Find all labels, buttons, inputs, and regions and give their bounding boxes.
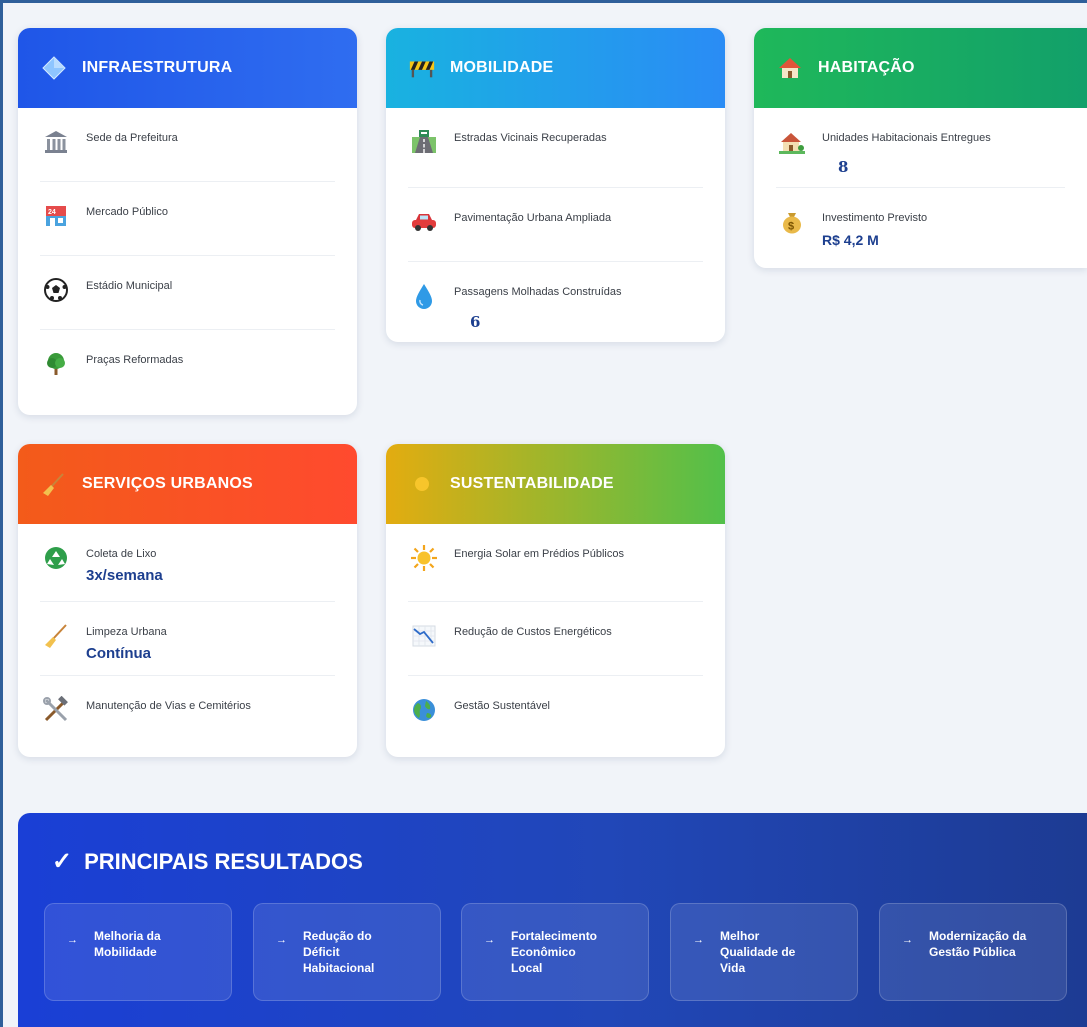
convenience-store-icon: 24 — [40, 200, 72, 232]
list-item: Limpeza Urbana Contínua — [40, 602, 335, 676]
result-text: Fortalecimento Econômico Local — [511, 929, 598, 975]
broom-icon — [40, 470, 68, 498]
car-icon — [408, 206, 440, 238]
item-label: Investimento Previsto — [822, 212, 928, 224]
svg-text:24: 24 — [48, 209, 56, 216]
card-header-sustentabilidade: SUSTENTABILIDADE — [386, 444, 725, 524]
item-label: Mercado Público — [86, 206, 168, 218]
item-label: Estradas Vicinais Recuperadas — [454, 132, 607, 144]
classical-building-icon — [40, 126, 72, 158]
results-title: ✓ PRINCIPAIS RESULTADOS — [52, 847, 363, 876]
card-sustentabilidade: SUSTENTABILIDADE Energia Solar em Prédio… — [386, 444, 725, 757]
globe-icon — [408, 694, 440, 726]
list-item: Passagens Molhadas Construídas 6 — [408, 262, 703, 336]
sun-dot-icon — [408, 470, 436, 498]
card-header-servicos-urbanos: SERVIÇOS URBANOS — [18, 444, 357, 524]
sun-icon — [408, 542, 440, 574]
item-label: Manutenção de Vias e Cemitérios — [86, 700, 251, 712]
card-title: MOBILIDADE — [450, 59, 554, 76]
list-item: Sede da Prefeitura — [40, 108, 335, 182]
recycle-icon — [40, 542, 72, 574]
card-servicos-urbanos: SERVIÇOS URBANOS Coleta de Lixo 3x/seman… — [18, 444, 357, 757]
list-item: 24 Mercado Público — [40, 182, 335, 256]
result-card: → Modernização da Gestão Pública — [879, 903, 1067, 1001]
tree-icon — [40, 348, 72, 380]
list-item: Praças Reformadas — [40, 330, 335, 404]
arrow-right-icon: → — [902, 934, 913, 946]
construction-barrier-icon — [408, 54, 436, 82]
house-garden-icon — [776, 126, 808, 158]
list-item: Energia Solar em Prédios Públicos — [408, 524, 703, 602]
item-value: R$ 4,2 M — [822, 232, 879, 248]
list-item: Manutenção de Vias e Cemitérios — [40, 676, 335, 750]
item-label: Passagens Molhadas Construídas — [454, 286, 622, 298]
item-label: Praças Reformadas — [86, 354, 184, 366]
card-title: SUSTENTABILIDADE — [450, 475, 614, 492]
item-label: Sede da Prefeitura — [86, 132, 178, 144]
item-label: Gestão Sustentável — [454, 700, 551, 712]
tools-icon — [40, 694, 72, 726]
list-item: Estradas Vicinais Recuperadas — [408, 108, 703, 188]
result-card: → Fortalecimento Econômico Local — [461, 903, 649, 1001]
result-card: → Redução do Déficit Habitacional — [253, 903, 441, 1001]
principais-resultados-panel: ✓ PRINCIPAIS RESULTADOS → Melhoria da Mo… — [18, 813, 1087, 1027]
item-label: Estádio Municipal — [86, 280, 173, 292]
result-text: Melhor Qualidade de Vida — [720, 929, 796, 975]
result-text: Redução do Déficit Habitacional — [303, 929, 375, 975]
water-drop-icon — [408, 280, 440, 312]
arrow-right-icon: → — [484, 934, 495, 946]
house-icon — [776, 54, 804, 82]
item-label: Energia Solar em Prédios Públicos — [454, 548, 624, 560]
list-item: Pavimentação Urbana Ampliada — [408, 188, 703, 262]
card-mobilidade: MOBILIDADE Estradas Vicinais Recuperadas… — [386, 28, 725, 342]
broom-icon — [40, 620, 72, 652]
list-item: $ Investimento Previsto R$ 4,2 M — [776, 188, 1065, 268]
result-card: → Melhor Qualidade de Vida — [670, 903, 858, 1001]
card-header-habitacao: HABITAÇÃO — [754, 28, 1087, 108]
item-value: Contínua — [86, 645, 151, 662]
card-title: SERVIÇOS URBANOS — [82, 475, 253, 492]
svg-text:$: $ — [788, 221, 794, 233]
result-card: → Melhoria da Mobilidade — [44, 903, 232, 1001]
item-label: Unidades Habitacionais Entregues — [822, 132, 991, 144]
checkmark-icon: ✓ — [52, 848, 73, 875]
item-value: 8 — [838, 158, 849, 176]
arrow-right-icon: → — [693, 934, 704, 946]
diamond-icon — [40, 54, 68, 82]
card-header-infraestrutura: INFRAESTRUTURA — [18, 28, 357, 108]
list-item: Redução de Custos Energéticos — [408, 602, 703, 676]
item-label: Pavimentação Urbana Ampliada — [454, 212, 612, 224]
chart-decreasing-icon — [408, 620, 440, 652]
arrow-right-icon: → — [276, 934, 287, 946]
card-title: INFRAESTRUTURA — [82, 59, 233, 76]
item-value: 6 — [470, 313, 481, 331]
list-item: Estádio Municipal — [40, 256, 335, 330]
item-label: Limpeza Urbana — [86, 626, 167, 638]
list-item: Gestão Sustentável — [408, 676, 703, 750]
card-infraestrutura: INFRAESTRUTURA Sede da Prefeitura 24 Mer… — [18, 28, 357, 415]
result-text: Melhoria da Mobilidade — [94, 929, 161, 959]
card-habitacao: HABITAÇÃO Unidades Habitacionais Entregu… — [754, 28, 1087, 268]
item-value: 3x/semana — [86, 567, 163, 584]
item-label: Redução de Custos Energéticos — [454, 626, 612, 638]
card-header-mobilidade: MOBILIDADE — [386, 28, 725, 108]
road-icon — [408, 126, 440, 158]
soccer-ball-icon — [40, 274, 72, 306]
list-item: Coleta de Lixo 3x/semana — [40, 524, 335, 602]
result-text: Modernização da Gestão Pública — [929, 929, 1027, 959]
money-bag-icon: $ — [776, 206, 808, 238]
item-label: Coleta de Lixo — [86, 548, 157, 560]
results-title-text: PRINCIPAIS RESULTADOS — [84, 848, 363, 874]
arrow-right-icon: → — [67, 934, 78, 946]
list-item: Unidades Habitacionais Entregues 8 — [776, 108, 1065, 188]
card-title: HABITAÇÃO — [818, 59, 915, 76]
